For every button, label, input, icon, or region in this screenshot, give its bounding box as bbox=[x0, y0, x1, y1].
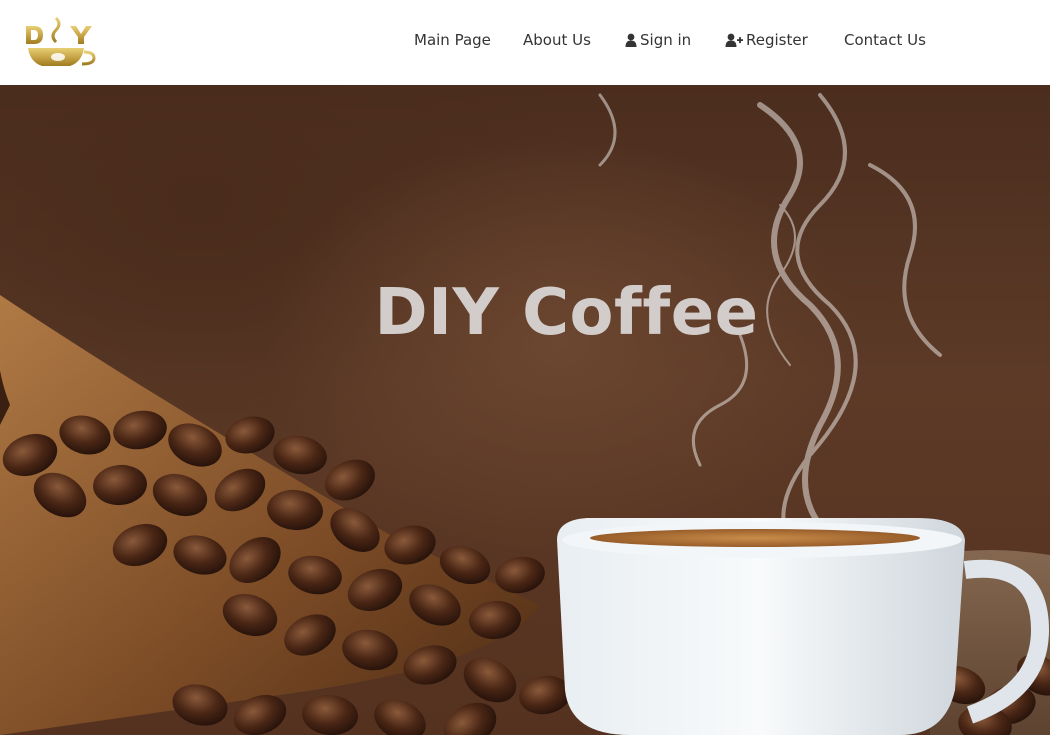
coffee-cup-logo-icon bbox=[26, 16, 96, 69]
nav-register-label: Register bbox=[746, 31, 808, 49]
nav-register[interactable]: Register bbox=[725, 30, 808, 50]
nav-main-page-label: Main Page bbox=[414, 31, 491, 49]
nav-sign-in[interactable]: Sign in bbox=[625, 30, 691, 50]
nav-about-us-label: About Us bbox=[523, 31, 591, 49]
nav-about-us[interactable]: About Us bbox=[523, 30, 591, 50]
nav-main-page[interactable]: Main Page bbox=[414, 30, 491, 50]
user-icon bbox=[625, 33, 637, 47]
navbar: Main Page About Us Sign in Register Cont… bbox=[0, 0, 1050, 85]
hero-banner: DIY Coffee bbox=[0, 85, 1050, 735]
coffee-scene-illustration bbox=[0, 93, 1050, 735]
nav-contact-us[interactable]: Contact Us bbox=[844, 30, 926, 50]
nav-contact-us-label: Contact Us bbox=[844, 31, 926, 49]
hero-title: DIY Coffee bbox=[374, 275, 759, 350]
nav-sign-in-label: Sign in bbox=[640, 31, 692, 49]
site-logo[interactable] bbox=[22, 14, 102, 70]
user-plus-icon bbox=[725, 33, 743, 47]
